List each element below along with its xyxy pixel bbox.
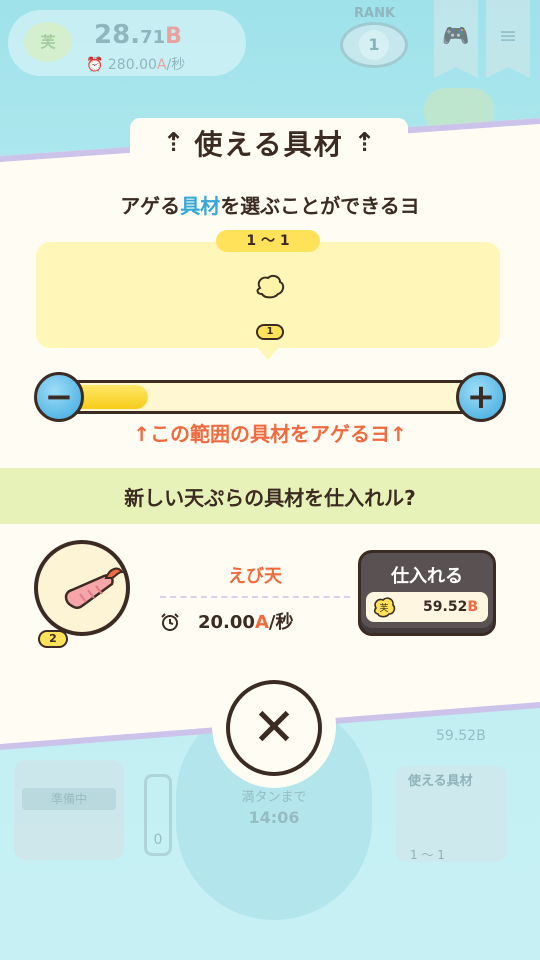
coin-glyph: 芙 <box>40 33 56 51</box>
subtitle-pre: アゲる <box>120 194 181 218</box>
close-button[interactable]: ✕ <box>226 680 322 776</box>
rate-suffix: /秒 <box>166 57 186 73</box>
status-label: 準備中 <box>22 788 116 810</box>
buy-price-value: 59.52 <box>423 599 468 615</box>
plus-icon: + <box>466 377 496 417</box>
up-arrow-icon: ⇡ <box>162 128 185 158</box>
up-arrow-icon: ⇡ <box>353 128 376 158</box>
minus-button[interactable]: − <box>34 372 84 422</box>
modal-title-ribbon: ⇡ 使える具材 ⇡ <box>130 118 408 168</box>
plus-button[interactable]: + <box>456 372 506 422</box>
bg-card-title: 使える具材 <box>408 774 473 789</box>
coin-icon: 芙 <box>373 597 396 618</box>
income-rate: ⏰ 280.00A/秒 <box>86 54 185 74</box>
total-decimal: 71 <box>140 27 166 48</box>
range-tag: 1 〜 1 <box>216 230 320 252</box>
coin-glyph: 芙 <box>379 602 388 614</box>
product-divider <box>160 596 350 598</box>
gauge-value: 0 <box>153 832 163 848</box>
product-rate-suffix: /秒 <box>268 612 294 633</box>
product-rate-value: 20.00 <box>198 612 255 633</box>
rank-badge[interactable]: 1 <box>340 22 408 68</box>
subtitle-highlight: 具材 <box>180 194 221 218</box>
minus-icon: − <box>44 377 74 417</box>
stand-machine: 準備中 <box>14 760 124 860</box>
close-icon: ✕ <box>252 698 296 758</box>
tempura-crumb-icon <box>256 274 285 299</box>
product-name: えび天 <box>228 566 282 587</box>
buy-price-unit: B <box>467 599 478 615</box>
hamburger-icon[interactable]: ≡ <box>486 0 530 78</box>
rank-label: RANK <box>354 6 396 21</box>
rank-value: 1 <box>359 30 389 60</box>
fryer-time: 14:06 <box>248 808 300 827</box>
modal-title: 使える具材 <box>194 128 344 161</box>
total-currency: 28.71B <box>94 20 182 50</box>
bg-card-range: 1 〜 1 <box>410 848 445 862</box>
product-level-badge: 2 <box>38 630 68 648</box>
ingredient-modal: ⇡ 使える具材 ⇡ アゲる具材を選ぶことができるヨ 1 〜 1 1 − + ↑こ… <box>0 118 540 750</box>
range-hint: ↑この範囲の具材をアゲるヨ↑ <box>133 422 407 446</box>
fryer-label: 満タンまで <box>241 790 307 805</box>
product-rate: 20.00A/秒 <box>198 608 293 634</box>
alarm-clock-icon <box>161 613 179 631</box>
ingredient-level-badge: 1 <box>256 324 284 340</box>
product-rate-unit: A <box>254 612 269 633</box>
buy-button-label[interactable]: 仕入れる <box>358 562 496 588</box>
box-pointer <box>256 346 280 360</box>
range-slider[interactable]: − + <box>34 372 506 422</box>
shrimp-tempura-icon <box>64 567 124 610</box>
coin-icon: 芙 <box>24 22 72 62</box>
subtitle-post: を選ぶことができるヨ <box>220 194 420 218</box>
alarm-clock-icon: ⏰ <box>86 57 104 73</box>
gamepad-icon[interactable]: 🎮 <box>434 0 478 78</box>
rate-value: 280.00 <box>107 57 157 73</box>
total-main: 28. <box>94 20 141 50</box>
stock-title: 新しい天ぷらの具材を仕入れル? <box>124 486 416 510</box>
total-unit: B <box>165 24 182 49</box>
modal-subtitle: アゲる具材を選ぶことができるヨ <box>0 190 540 219</box>
